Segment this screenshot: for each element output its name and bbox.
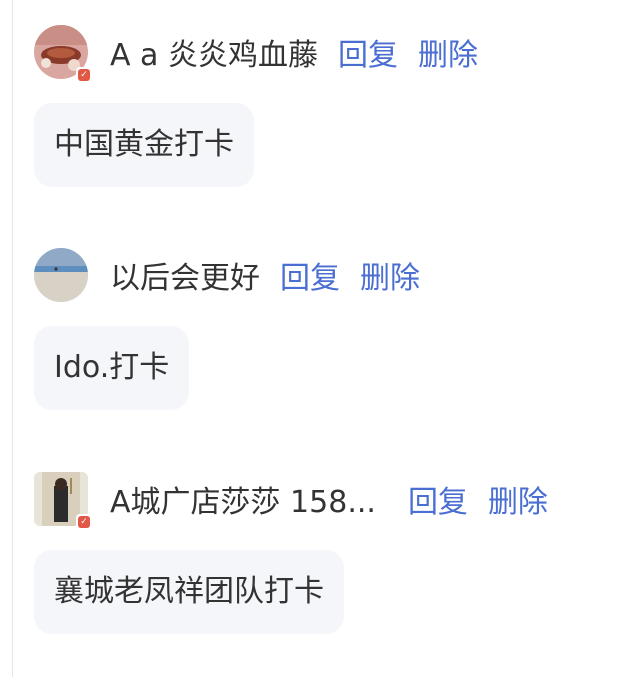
comment-item: 以后会更好 回复 删除 Ido.打卡 [34,246,420,410]
comment-header: 以后会更好 回复 删除 [34,246,420,304]
delete-button[interactable]: 删除 [360,253,420,297]
comment-bubble: 中国黄金打卡 [34,103,254,187]
reply-button[interactable]: 回复 [408,477,468,521]
verified-badge-icon: ✓ [76,514,92,530]
comment-bubble: Ido.打卡 [34,326,190,410]
author-name[interactable]: A a 炎炎鸡血藤 [110,30,318,74]
author-name[interactable]: 以后会更好 [110,253,260,297]
avatar[interactable] [34,248,88,302]
author-name[interactable]: A城广店莎莎 158... [110,477,376,521]
delete-button[interactable]: 删除 [418,30,478,74]
left-divider [12,0,13,677]
avatar[interactable]: ✓ [34,472,92,530]
avatar[interactable]: ✓ [34,25,92,83]
avatar-image [34,248,88,302]
delete-button[interactable]: 删除 [488,477,548,521]
reply-button[interactable]: 回复 [280,253,340,297]
comment-header: ✓ A a 炎炎鸡血藤 回复 删除 [34,23,478,83]
reply-button[interactable]: 回复 [338,30,398,74]
comment-item: ✓ A城广店莎莎 158... 回复 删除 襄城老凤祥团队打卡 [34,470,548,634]
comment-bubble: 襄城老凤祥团队打卡 [34,550,344,634]
verified-badge-icon: ✓ [76,67,92,83]
comment-item: ✓ A a 炎炎鸡血藤 回复 删除 中国黄金打卡 [34,23,478,187]
comment-header: ✓ A城广店莎莎 158... 回复 删除 [34,470,548,530]
